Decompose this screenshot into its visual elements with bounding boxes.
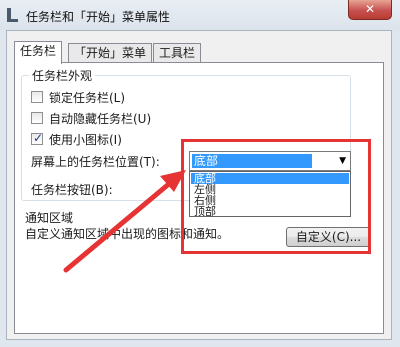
- window-title: 任务栏和「开始」菜单属性: [26, 10, 171, 24]
- title-bar: 任务栏和「开始」菜单属性 ✕: [0, 0, 400, 30]
- position-dropdown-value: 底部: [192, 154, 312, 168]
- dialog: 任务栏 「开始」菜单 工具栏 任务栏外观 锁定任务栏(L) 自动隐藏任务栏(U)…: [6, 30, 392, 340]
- position-dropdown[interactable]: 底部 ▼: [189, 151, 351, 171]
- notification-area-title: 通知区域: [25, 211, 74, 225]
- close-button[interactable]: ✕: [348, 0, 392, 20]
- autohide-taskbar-checkbox[interactable]: [31, 112, 43, 124]
- position-dropdown-list: 底部 左侧 右侧 顶部: [189, 171, 351, 217]
- appearance-group-title: 任务栏外观: [29, 67, 96, 84]
- taskbar-properties-icon: [7, 8, 18, 22]
- checkmark-icon: ✓: [33, 131, 44, 145]
- small-icons-label: 使用小图标(I): [49, 133, 122, 147]
- tab-start-menu[interactable]: 「开始」菜单: [68, 43, 153, 63]
- option-top[interactable]: 顶部: [191, 206, 349, 217]
- autohide-taskbar-label: 自动隐藏任务栏(U): [49, 112, 152, 126]
- small-icons-checkbox[interactable]: ✓: [31, 131, 44, 145]
- position-label: 屏幕上的任务栏位置(T):: [31, 155, 160, 169]
- buttons-label: 任务栏按钮(B):: [31, 183, 113, 197]
- tab-taskbar[interactable]: 任务栏: [14, 41, 63, 64]
- tab-toolbars[interactable]: 工具栏: [153, 43, 202, 63]
- notification-area-description: 自定义通知区域中出现的图标和通知。: [25, 227, 230, 241]
- customize-button[interactable]: 自定义(C)...: [286, 227, 371, 247]
- lock-taskbar-label: 锁定任务栏(L): [49, 91, 126, 105]
- lock-taskbar-checkbox[interactable]: [31, 91, 43, 103]
- chevron-down-icon[interactable]: ▼: [339, 156, 346, 166]
